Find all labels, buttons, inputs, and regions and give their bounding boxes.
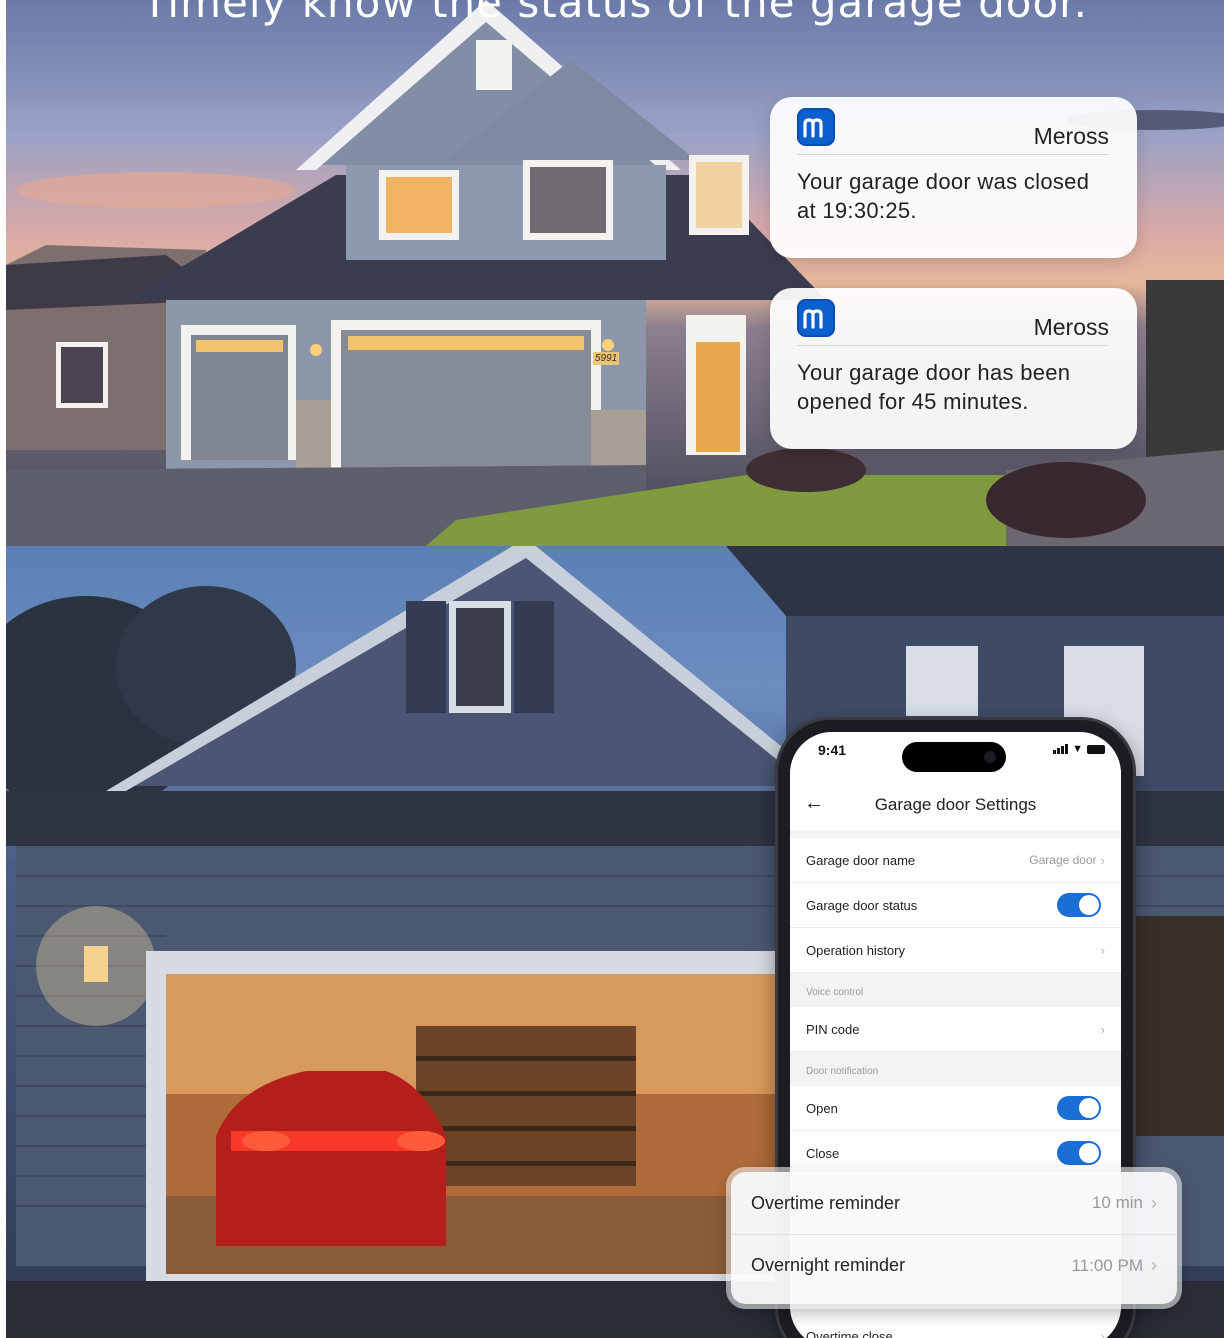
meross-logo-icon bbox=[797, 298, 835, 337]
close-toggle[interactable] bbox=[1057, 1141, 1101, 1165]
chevron-right-icon: › bbox=[1100, 942, 1105, 958]
setting-operation-history[interactable]: Operation history › bbox=[790, 928, 1121, 973]
status-bar: 9:41 ▼ bbox=[790, 732, 1121, 780]
section-door-notification: Door notification bbox=[790, 1052, 1121, 1086]
notification-message: Your garage door has been opened for 45 … bbox=[797, 360, 1071, 414]
setting-overtime-close[interactable]: Overtime close › bbox=[790, 1314, 1121, 1338]
setting-label: Close bbox=[806, 1145, 840, 1161]
setting-label: Operation history bbox=[806, 942, 905, 958]
house-at-dusk-image bbox=[6, 0, 1224, 546]
setting-label: Overtime close bbox=[806, 1328, 893, 1338]
setting-garage-door-name[interactable]: Garage door name Garage door › bbox=[790, 838, 1121, 883]
nav-bar: ← Garage door Settings bbox=[790, 780, 1121, 830]
notification-app-name: Meross bbox=[1033, 123, 1109, 149]
notification-app-name: Meross bbox=[1033, 314, 1109, 340]
setting-overnight-reminder[interactable]: Overnight reminder 11:00 PM › bbox=[731, 1234, 1177, 1296]
chevron-right-icon: › bbox=[1151, 1255, 1157, 1275]
setting-overtime-reminder[interactable]: Overtime reminder 10 min › bbox=[731, 1172, 1177, 1234]
setting-label: Overtime reminder bbox=[751, 1192, 901, 1213]
chevron-right-icon: › bbox=[1151, 1192, 1157, 1213]
status-time: 9:41 bbox=[818, 742, 847, 758]
notification-card-opened: Meross Your garage door has been opened … bbox=[770, 288, 1137, 449]
setting-label: Open bbox=[806, 1100, 838, 1116]
system-status-icons: ▼ bbox=[1053, 743, 1105, 755]
setting-label: PIN code bbox=[806, 1021, 860, 1037]
signal-icon bbox=[1053, 744, 1069, 754]
house-number: 5991 bbox=[593, 352, 620, 365]
reminder-card: Overtime reminder 10 min › Overnight remi… bbox=[731, 1172, 1177, 1304]
top-scene: Timely know the status of the garage doo… bbox=[6, 0, 1224, 546]
setting-value: 10 min bbox=[1091, 1193, 1143, 1212]
dynamic-island bbox=[902, 742, 1006, 772]
headline: Timely know the status of the garage doo… bbox=[142, 0, 1088, 27]
status-toggle[interactable] bbox=[1057, 893, 1101, 917]
meross-logo-icon bbox=[797, 107, 835, 146]
page-title: Garage door Settings bbox=[874, 795, 1037, 814]
setting-pin-code[interactable]: PIN code › bbox=[790, 1007, 1121, 1052]
setting-label: Garage door status bbox=[806, 897, 918, 913]
notification-card-closed: Meross Your garage door was closed at 19… bbox=[770, 97, 1137, 258]
setting-label: Garage door name bbox=[806, 852, 916, 868]
setting-value: 11:00 PM bbox=[1071, 1255, 1143, 1275]
open-toggle[interactable] bbox=[1057, 1096, 1101, 1120]
setting-label: Overnight reminder bbox=[751, 1255, 906, 1275]
battery-icon bbox=[1087, 745, 1105, 754]
setting-notify-close: Close bbox=[790, 1131, 1121, 1176]
chevron-right-icon: › bbox=[1100, 1328, 1105, 1338]
setting-value: Garage door bbox=[1029, 853, 1097, 867]
notification-message: Your garage door was closed at 19:30:25. bbox=[797, 169, 1090, 223]
chevron-right-icon: › bbox=[1100, 852, 1105, 868]
setting-notify-open: Open bbox=[790, 1086, 1121, 1131]
wifi-icon: ▼ bbox=[1072, 743, 1083, 755]
setting-garage-door-status: Garage door status bbox=[790, 883, 1121, 928]
chevron-right-icon: › bbox=[1100, 1021, 1105, 1037]
section-voice-control: Voice control bbox=[790, 973, 1121, 1007]
